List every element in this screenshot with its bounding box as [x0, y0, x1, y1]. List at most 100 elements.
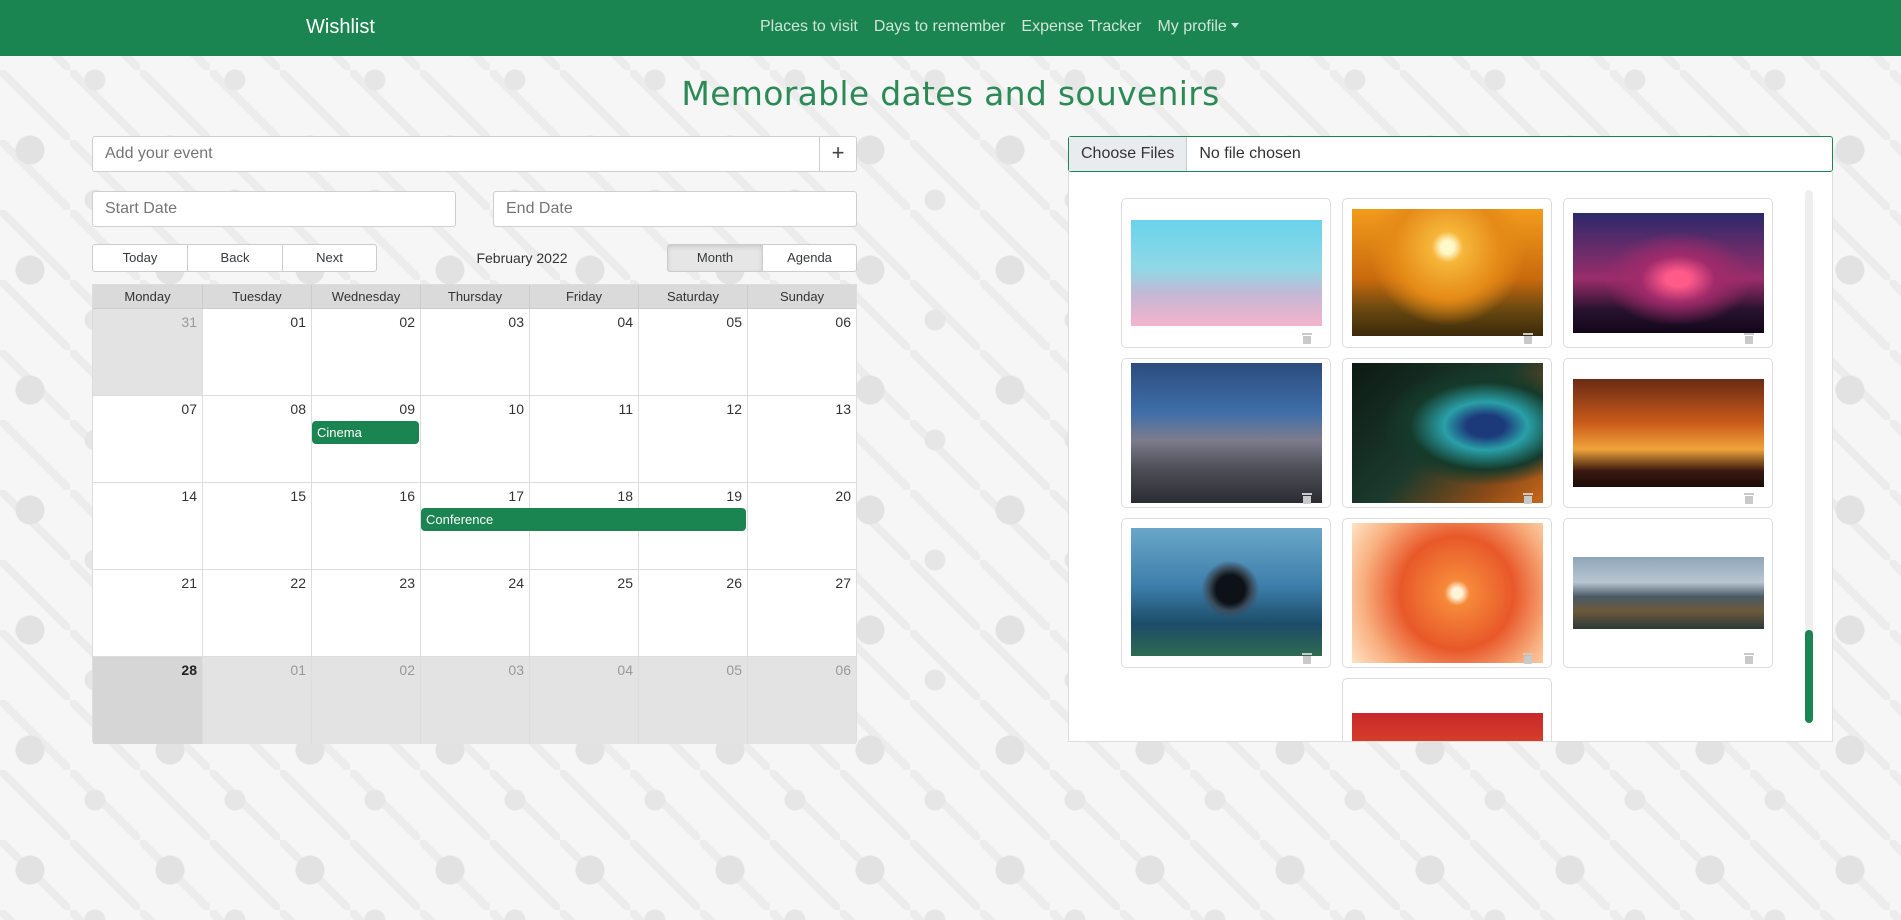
photo-card[interactable] — [1121, 518, 1331, 668]
day-cell[interactable]: 12 — [638, 396, 747, 482]
day-cell[interactable]: 16 — [311, 483, 420, 569]
day-cell[interactable]: 14 — [93, 483, 202, 569]
day-number: 01 — [290, 662, 306, 678]
day-cell[interactable]: 04 — [529, 657, 638, 744]
event-conference[interactable]: Conference — [421, 508, 746, 531]
day-cell-today[interactable]: 28 — [93, 657, 202, 744]
calendar-week: 14 15 16 17 18 19 20 Conference — [93, 483, 856, 570]
day-number: 26 — [726, 575, 742, 591]
day-cell[interactable]: 23 — [311, 570, 420, 656]
day-cell[interactable]: 04 — [529, 309, 638, 395]
day-cell[interactable]: 02 — [311, 657, 420, 744]
day-number: 16 — [399, 488, 415, 504]
trash-icon[interactable] — [1744, 653, 1754, 664]
day-number: 23 — [399, 575, 415, 591]
day-number: 08 — [290, 401, 306, 417]
file-status-text: No file chosen — [1199, 145, 1301, 162]
photo-card[interactable] — [1563, 198, 1773, 348]
day-number: 07 — [181, 401, 197, 417]
photo-image — [1352, 209, 1543, 336]
photo-card[interactable] — [1121, 358, 1331, 508]
day-cell[interactable]: 06 — [747, 657, 856, 744]
day-cell[interactable]: 11 — [529, 396, 638, 482]
brand-link[interactable]: Wishlist — [306, 16, 375, 39]
calendar-nav-group: Today Back Next — [92, 244, 377, 272]
trash-icon[interactable] — [1744, 333, 1754, 344]
day-cell[interactable]: 01 — [202, 657, 311, 744]
day-cell[interactable]: 07 — [93, 396, 202, 482]
trash-icon[interactable] — [1302, 653, 1312, 664]
day-cell[interactable]: 13 — [747, 396, 856, 482]
today-button[interactable]: Today — [92, 244, 188, 272]
file-upload-field[interactable]: Choose Files No file chosen — [1068, 136, 1833, 172]
scrollbar-thumb[interactable] — [1805, 630, 1813, 723]
photo-card[interactable] — [1563, 358, 1773, 508]
trash-icon[interactable] — [1523, 493, 1533, 504]
day-number: 05 — [726, 662, 742, 678]
photo-image — [1352, 713, 1543, 741]
gallery-scrollbar[interactable] — [1805, 190, 1813, 723]
photo-card[interactable] — [1342, 518, 1552, 668]
month-label: February 2022 — [476, 250, 568, 266]
weekday-label: Wednesday — [311, 285, 420, 308]
day-number: 09 — [399, 401, 415, 417]
day-number: 15 — [290, 488, 306, 504]
day-cell[interactable]: 02 — [311, 309, 420, 395]
month-view-button[interactable]: Month — [667, 244, 763, 272]
trash-icon[interactable] — [1302, 493, 1312, 504]
day-cell[interactable]: 31 — [93, 309, 202, 395]
choose-files-button[interactable]: Choose Files — [1069, 137, 1188, 171]
day-cell[interactable]: 27 — [747, 570, 856, 656]
navbar: Wishlist Places to visit Days to remembe… — [0, 0, 1901, 56]
day-cell[interactable]: 25 — [529, 570, 638, 656]
day-cell[interactable]: 10 — [420, 396, 529, 482]
day-number: 21 — [181, 575, 197, 591]
day-cell[interactable]: 21 — [93, 570, 202, 656]
day-cell[interactable]: 22 — [202, 570, 311, 656]
day-cell[interactable]: 15 — [202, 483, 311, 569]
day-cell[interactable]: 06 — [747, 309, 856, 395]
nav-link-days[interactable]: Days to remember — [874, 18, 1006, 36]
calendar-week: 31 01 02 03 04 05 06 — [93, 309, 856, 396]
nav-link-expense[interactable]: Expense Tracker — [1021, 18, 1141, 36]
day-cell[interactable]: 20 — [747, 483, 856, 569]
day-number: 19 — [726, 488, 742, 504]
day-number: 11 — [618, 401, 633, 417]
calendar-week: 28 01 02 03 04 05 06 — [93, 657, 856, 744]
day-cell[interactable]: 05 — [638, 309, 747, 395]
day-number: 02 — [399, 662, 415, 678]
day-cell[interactable]: 01 — [202, 309, 311, 395]
photo-card[interactable] — [1121, 198, 1331, 348]
agenda-view-button[interactable]: Agenda — [762, 244, 857, 272]
photo-card[interactable] — [1563, 518, 1773, 668]
next-button[interactable]: Next — [282, 244, 377, 272]
day-cell[interactable]: 26 — [638, 570, 747, 656]
end-date-input[interactable] — [493, 191, 857, 227]
day-number: 13 — [835, 401, 851, 417]
day-cell[interactable]: 03 — [420, 309, 529, 395]
photo-image — [1573, 213, 1764, 333]
trash-icon[interactable] — [1744, 493, 1754, 504]
trash-icon[interactable] — [1523, 333, 1533, 344]
event-title-input[interactable] — [92, 136, 819, 172]
start-date-input[interactable] — [92, 191, 456, 227]
day-cell[interactable]: 24 — [420, 570, 529, 656]
nav-link-places[interactable]: Places to visit — [760, 18, 858, 36]
photo-card[interactable] — [1342, 198, 1552, 348]
weekday-label: Sunday — [747, 285, 856, 308]
photo-image — [1352, 523, 1543, 663]
photo-card[interactable] — [1342, 678, 1552, 741]
event-cinema[interactable]: Cinema — [312, 421, 419, 444]
trash-icon[interactable] — [1523, 653, 1533, 664]
photo-card[interactable] — [1342, 358, 1552, 508]
day-number: 25 — [617, 575, 633, 591]
add-event-button[interactable]: + — [819, 136, 857, 172]
day-cell[interactable]: 05 — [638, 657, 747, 744]
nav-links: Places to visit Days to remember Expense… — [760, 18, 1239, 36]
day-cell[interactable]: 08 — [202, 396, 311, 482]
back-button[interactable]: Back — [187, 244, 283, 272]
trash-icon[interactable] — [1302, 333, 1312, 344]
day-cell[interactable]: 03 — [420, 657, 529, 744]
day-number: 14 — [181, 488, 197, 504]
nav-profile-dropdown[interactable]: My profile — [1157, 18, 1239, 36]
